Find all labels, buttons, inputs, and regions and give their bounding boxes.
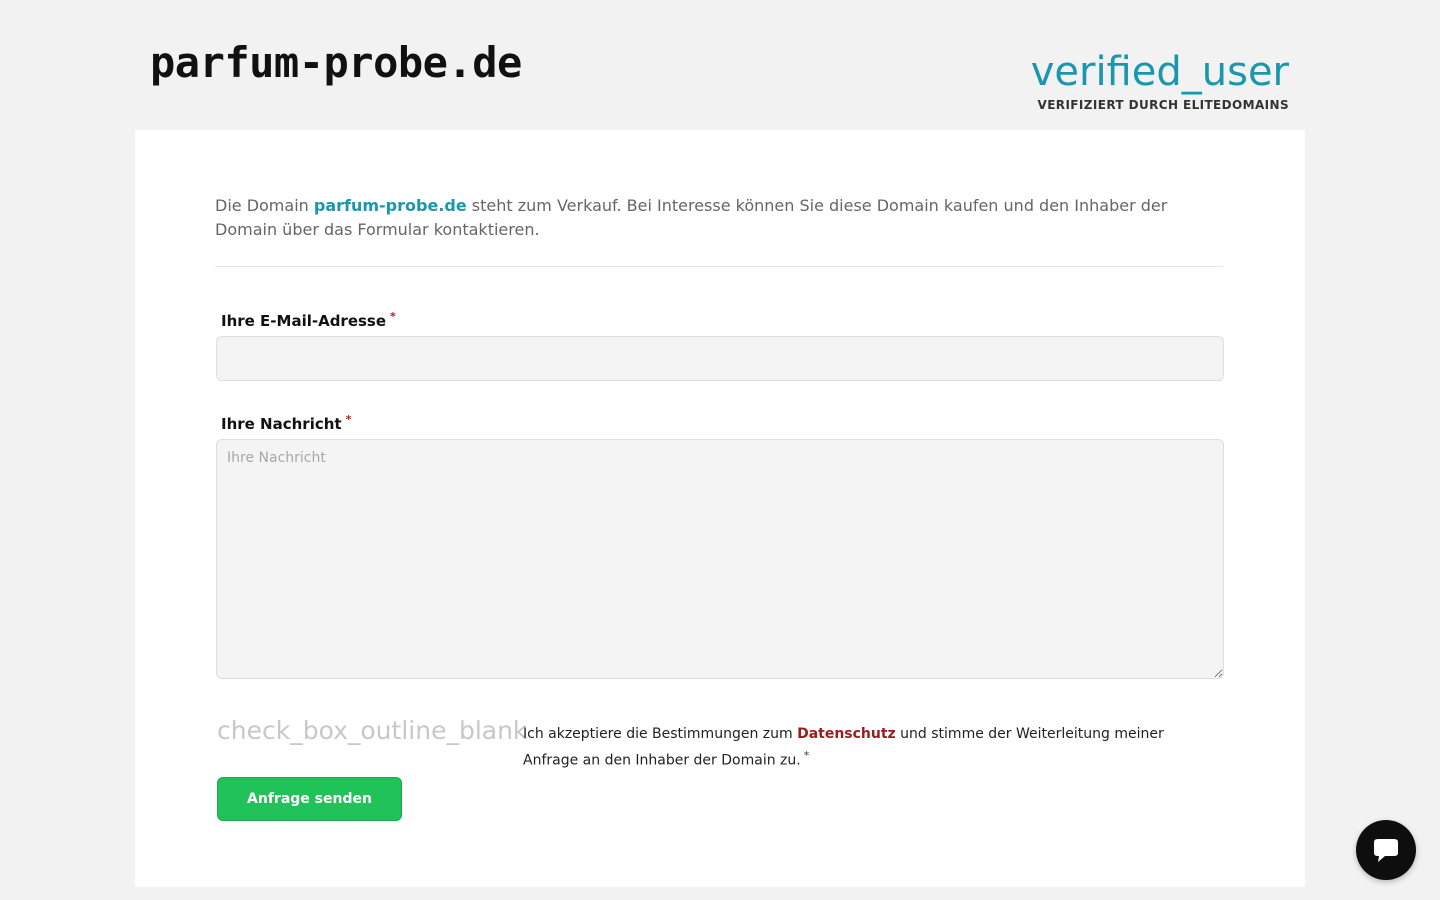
consent-checkbox-icon[interactable]: check_box_outline_blank	[217, 716, 527, 746]
submit-button[interactable]: Anfrage senden	[217, 777, 402, 821]
verified-badge: verified_user VERIFIZIERT DURCH ELITEDOM…	[1031, 48, 1289, 112]
email-label-text: Ihre E-Mail-Adresse	[221, 312, 387, 330]
message-label-text: Ihre Nachricht	[221, 415, 342, 433]
email-label: Ihre E-Mail-Adresse *	[221, 310, 396, 330]
verified-label: VERIFIZIERT DURCH ELITEDOMAINS	[1037, 98, 1289, 112]
required-mark: *	[345, 413, 352, 426]
chat-button[interactable]	[1356, 820, 1416, 880]
email-field[interactable]	[216, 336, 1224, 381]
intro-text: Die Domain parfum-probe.de steht zum Ver…	[215, 194, 1223, 242]
required-mark: *	[390, 310, 396, 323]
chat-bubble-icon	[1374, 839, 1398, 862]
consent-text: Ich akzeptiere die Bestimmungen zum Date…	[523, 723, 1183, 772]
privacy-link[interactable]: Datenschutz	[797, 726, 896, 742]
verified-user-icon: verified_user	[1030, 49, 1289, 95]
contact-card: Die Domain parfum-probe.de steht zum Ver…	[135, 130, 1305, 887]
site-logo[interactable]: parfum-probe.de	[150, 38, 522, 87]
intro-prefix: Die Domain	[215, 196, 314, 215]
required-mark: *	[803, 749, 810, 762]
message-label: Ihre Nachricht *	[221, 413, 351, 433]
divider	[215, 266, 1223, 267]
message-field[interactable]	[216, 439, 1224, 679]
consent-prefix: Ich akzeptiere die Bestimmungen zum	[523, 726, 798, 742]
page: parfum-probe.de verified_user VERIFIZIER…	[0, 0, 1440, 900]
domain-link[interactable]: parfum-probe.de	[314, 196, 467, 215]
